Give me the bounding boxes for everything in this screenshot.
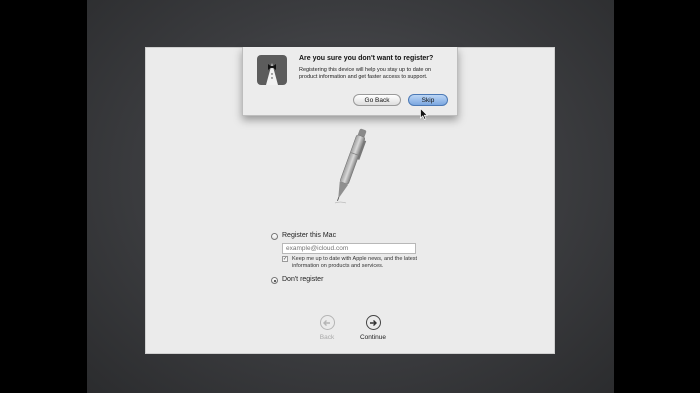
keep-me-updated-label: Keep me up to date with Apple news, and … [292, 256, 418, 269]
register-this-mac-radio[interactable] [271, 233, 278, 240]
back-arrow-icon [319, 315, 335, 330]
continue-arrow-icon [365, 315, 381, 330]
dialog-message: Registering this device will help you st… [299, 67, 432, 80]
pen-icon [334, 128, 367, 204]
back-label: Back [319, 334, 335, 341]
continue-label: Continue [359, 334, 387, 341]
arrow-cursor-icon [420, 108, 428, 120]
back-button[interactable]: Back [307, 315, 347, 341]
register-this-mac-label: Register this Mac [282, 232, 337, 239]
continue-button[interactable]: Continue [353, 315, 393, 341]
keep-me-updated-checkbox[interactable]: ✓ [282, 256, 288, 262]
register-confirmation-sheet: Are you sure you don't want to register?… [242, 47, 458, 116]
dont-register-label: Don't register [282, 276, 324, 283]
go-back-button[interactable]: Go Back [353, 94, 401, 106]
dialog-title: Are you sure you don't want to register? [299, 55, 434, 62]
dont-register-radio[interactable] [271, 277, 278, 284]
email-field[interactable] [282, 243, 416, 254]
setup-assistant-tuxedo-icon [257, 55, 287, 85]
skip-button[interactable]: Skip [408, 94, 448, 106]
